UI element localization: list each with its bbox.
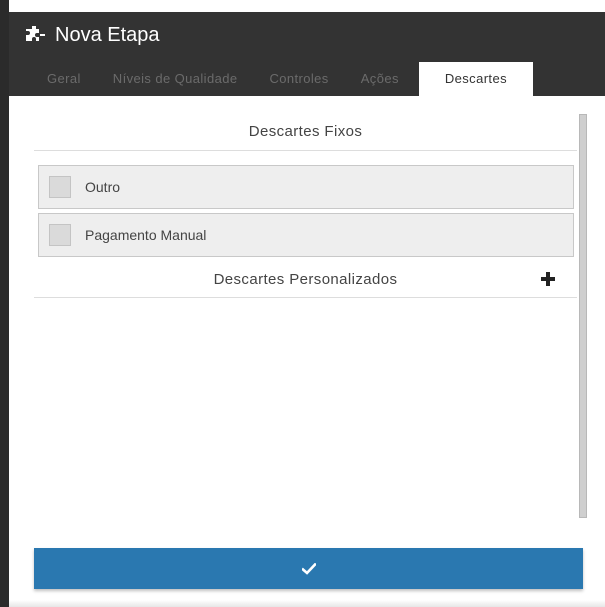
vertical-scrollbar[interactable] [579, 114, 587, 518]
tab-descartes[interactable]: Descartes [418, 62, 533, 96]
check-icon [301, 562, 316, 575]
discard-item-pagamento-manual[interactable]: Pagamento Manual [38, 213, 574, 257]
bottom-edge [9, 600, 605, 607]
descartes-personalizados-title: Descartes Personalizados [213, 271, 398, 288]
dialog-title: Nova Etapa [55, 23, 160, 46]
tab-niveis-de-qualidade[interactable]: Níveis de Qualidade [97, 62, 254, 96]
puzzle-icon [26, 26, 45, 41]
plus-icon[interactable] [539, 270, 557, 288]
tab-bar: Geral Níveis de Qualidade Controles Açõe… [9, 62, 533, 96]
descartes-fixos-title: Descartes Fixos [248, 123, 363, 140]
discard-item-outro[interactable]: Outro [38, 165, 574, 209]
discard-item-label: Outro [85, 179, 121, 195]
section-divider [34, 150, 577, 151]
title-row: Nova Etapa [25, 22, 160, 48]
discard-item-label: Pagamento Manual [85, 227, 207, 243]
tab-controles[interactable]: Controles [253, 62, 344, 96]
tab-geral[interactable]: Geral [9, 62, 97, 96]
dialog-header: Nova Etapa Geral Níveis de Qualidade Con… [9, 12, 605, 96]
dialog-window: Nova Etapa Geral Níveis de Qualidade Con… [0, 0, 605, 607]
left-edge-bar [0, 0, 9, 607]
section-divider [34, 297, 577, 298]
checkbox[interactable] [49, 176, 71, 198]
tab-content: Descartes Fixos Outro Pagamento Manual D… [9, 96, 605, 607]
tab-acoes[interactable]: Ações [345, 62, 415, 96]
checkbox[interactable] [49, 224, 71, 246]
confirm-button[interactable] [34, 548, 583, 589]
